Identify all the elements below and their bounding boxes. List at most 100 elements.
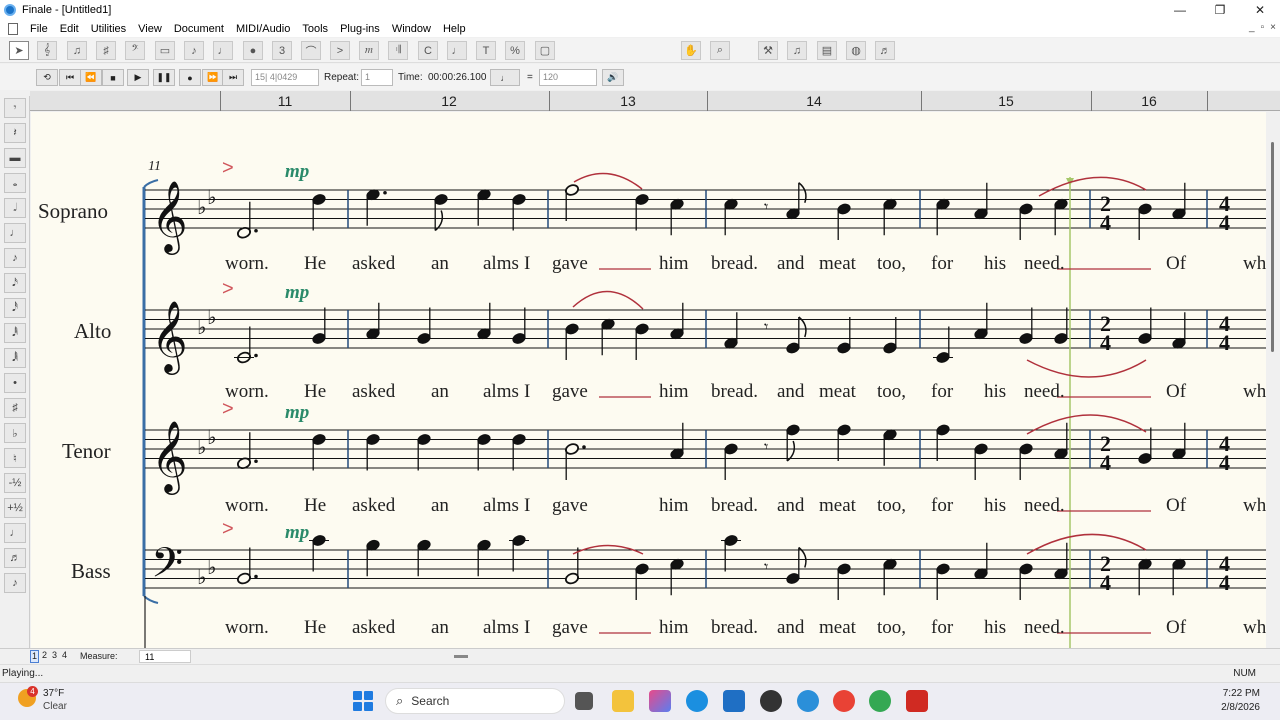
text-tool-icon[interactable]: T — [476, 41, 496, 60]
wrench-icon[interactable]: ⚒ — [758, 41, 778, 60]
page-1-button[interactable]: 1 — [30, 650, 39, 663]
note-icon[interactable]: ♫ — [787, 41, 807, 60]
accent-mark[interactable]: > — [222, 157, 234, 179]
pause-icon[interactable]: ❚❚ — [153, 69, 175, 86]
fast-forward-icon[interactable]: ⏩ — [202, 69, 224, 86]
page-2-button[interactable]: 2 — [40, 650, 49, 663]
measure-input[interactable]: 11 — [139, 650, 191, 663]
page-3-button[interactable]: 3 — [50, 650, 59, 663]
time-sig-denominator[interactable]: 4 — [1100, 570, 1111, 595]
document-icon[interactable] — [8, 22, 18, 35]
dynamic-mp[interactable]: mp — [285, 282, 309, 303]
repeat-field[interactable]: 1 — [361, 69, 393, 86]
eighth-note-icon[interactable]: ♪ — [4, 248, 26, 268]
menu-view[interactable]: View — [132, 23, 168, 35]
play-icon[interactable]: ▶ — [127, 69, 149, 86]
menu-edit[interactable]: Edit — [54, 23, 85, 35]
doc-minimize-button[interactable]: _ — [1249, 22, 1255, 33]
speedy-entry-tool-icon[interactable]: ♩ — [213, 41, 233, 60]
windows-start-icon[interactable] — [353, 691, 373, 711]
part-name-tenor[interactable]: Tenor — [62, 439, 111, 463]
speaker-icon[interactable]: 🔊 — [602, 69, 624, 86]
repeat-tool-icon[interactable]: 𝄇 — [388, 41, 408, 60]
smart-shape-slur-icon[interactable]: ⌒ — [301, 41, 321, 60]
vertical-scrollbar[interactable] — [1266, 112, 1280, 648]
tuplet-icon[interactable]: ♬ — [4, 548, 26, 568]
menu-file[interactable]: File — [24, 23, 54, 35]
tuplet-tool-icon[interactable]: 3 — [272, 41, 292, 60]
score-page[interactable]: 11 𝄞 ♭ ♭ 𝄾 𝄞 ♭ ♭ 𝄾 𝄞 ♭ ♭ 𝄾 𝄢 ♭ ♭ 𝄾 Soprano Alto Tenor B… — [31, 112, 1266, 648]
slur[interactable] — [572, 290, 644, 310]
dot-icon[interactable]: • — [4, 373, 26, 393]
chrome-profile-icon[interactable] — [869, 690, 891, 712]
record-icon[interactable]: ● — [179, 69, 201, 86]
part-name-bass[interactable]: Bass — [71, 559, 111, 583]
quarter-rest-icon[interactable]: 𝄽 — [4, 123, 26, 143]
maximize-button[interactable]: ❐ — [1200, 0, 1240, 20]
resize-tool-icon[interactable]: % — [505, 41, 525, 60]
half-step-down-icon[interactable]: -½ — [4, 473, 26, 493]
ruler-measure-12[interactable]: 12 — [441, 93, 457, 109]
time-sig-denominator[interactable]: 4 — [1219, 450, 1230, 475]
clock-date[interactable]: 2/8/2026 — [1221, 702, 1260, 713]
menu-help[interactable]: Help — [437, 23, 472, 35]
page-4-button[interactable]: 4 — [60, 650, 69, 663]
eighth-rest-icon[interactable]: 𝄾 — [4, 98, 26, 118]
ruler-measure-13[interactable]: 13 — [620, 93, 636, 109]
slur[interactable] — [1026, 533, 1147, 555]
ruler-measure-14[interactable]: 14 — [806, 93, 822, 109]
menu-utilities[interactable]: Utilities — [85, 23, 132, 35]
dynamic-mp[interactable]: mp — [285, 402, 309, 423]
grace-note-icon[interactable]: ♪ — [4, 573, 26, 593]
hundred-28th-note-icon[interactable]: 𝅘𝅥𝅲 — [4, 348, 26, 368]
copilot-icon[interactable] — [649, 690, 671, 712]
clef-tool-icon[interactable]: 𝄢 — [125, 41, 145, 60]
pdf-reader-icon[interactable] — [906, 690, 928, 712]
mixer-icon[interactable]: ▤ — [817, 41, 837, 60]
horizontal-scroll-thumb[interactable] — [454, 655, 468, 658]
menu-window[interactable]: Window — [386, 23, 437, 35]
weather-temperature[interactable]: 37°F — [43, 688, 64, 699]
tie-icon[interactable]: ♩ — [4, 523, 26, 543]
doc-restore-button[interactable]: ▫ — [1261, 22, 1265, 33]
stop-icon[interactable]: ■ — [102, 69, 124, 86]
finale-taskbar-icon[interactable] — [797, 690, 819, 712]
time-sig-denominator[interactable]: 4 — [1100, 330, 1111, 355]
part-name-soprano[interactable]: Soprano — [38, 199, 108, 223]
menu-plug-ins[interactable]: Plug-ins — [334, 23, 386, 35]
loop-icon[interactable]: ⟲ — [36, 69, 58, 86]
slur[interactable] — [1026, 414, 1147, 435]
minimize-button[interactable]: — — [1160, 0, 1200, 20]
taskbar-search[interactable]: ⌕ Search — [385, 688, 565, 714]
thirty-second-note-icon[interactable]: 𝅘𝅥𝅰 — [4, 298, 26, 318]
rewind-icon[interactable]: ⏪ — [80, 69, 102, 86]
ruler-measure-15[interactable]: 15 — [998, 93, 1014, 109]
smart-shape-tool-icon[interactable]: ♫ — [67, 41, 87, 60]
zoom-tool-icon[interactable]: ⌕ — [710, 41, 730, 60]
accent-mark[interactable]: > — [222, 278, 234, 300]
time-sig-denominator[interactable]: 4 — [1100, 210, 1111, 235]
hand-grabber-icon[interactable]: ✋ — [681, 41, 701, 60]
half-note-icon[interactable]: 𝅗𝅥 — [4, 198, 26, 218]
menu-tools[interactable]: Tools — [296, 23, 334, 35]
file-explorer-icon[interactable] — [612, 690, 634, 712]
multi-rest-icon[interactable]: ▬ — [4, 148, 26, 168]
time-sig-denominator[interactable]: 4 — [1100, 450, 1111, 475]
task-view-icon[interactable] — [575, 692, 593, 710]
slur[interactable] — [573, 172, 643, 190]
obs-icon[interactable] — [760, 690, 782, 712]
ruler-measure-16[interactable]: 16 — [1141, 93, 1157, 109]
accent-mark[interactable]: > — [222, 518, 234, 540]
chrome-icon[interactable] — [833, 690, 855, 712]
palette-icon[interactable]: ♬ — [875, 41, 895, 60]
chord-tool-icon[interactable]: C — [418, 41, 438, 60]
staff-tool-icon[interactable]: 𝄞 — [37, 41, 57, 60]
weather-condition[interactable]: Clear — [43, 701, 67, 712]
globe-icon[interactable]: ◍ — [846, 41, 866, 60]
rewind-to-start-icon[interactable]: ⏮ — [59, 69, 81, 86]
time-sig-denominator[interactable]: 4 — [1219, 210, 1230, 235]
dynamic-mp[interactable]: mp — [285, 522, 309, 543]
edge-icon[interactable] — [686, 690, 708, 712]
store-icon[interactable] — [723, 690, 745, 712]
sixty-fourth-note-icon[interactable]: 𝅘𝅥𝅱 — [4, 323, 26, 343]
